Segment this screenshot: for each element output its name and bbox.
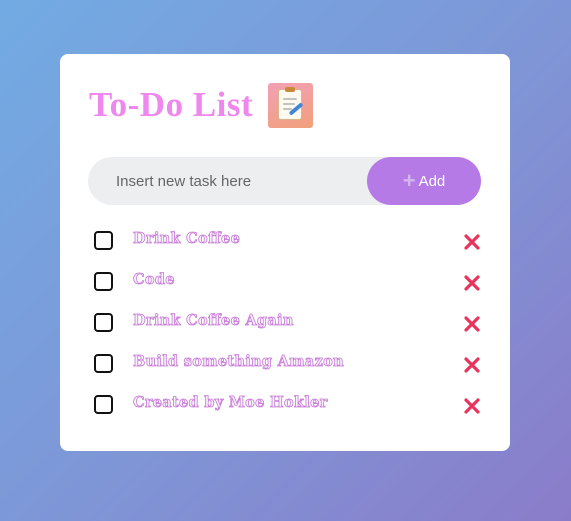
header: To-Do List	[89, 82, 314, 128]
task-checkbox[interactable]	[94, 354, 113, 373]
delete-icon[interactable]	[463, 233, 481, 251]
task-item: Code	[94, 268, 480, 309]
input-row: + Add	[88, 157, 481, 205]
task-text: Created by Moe Hokler	[133, 394, 328, 412]
task-checkbox[interactable]	[94, 313, 113, 332]
delete-icon[interactable]	[463, 274, 481, 292]
add-button-label: Add	[418, 172, 446, 190]
task-list: Drink Coffee Code Drink Coffee Again Bui…	[94, 227, 480, 432]
page-title: To-Do List	[89, 85, 254, 124]
task-item: Drink Coffee Again	[94, 309, 480, 350]
delete-icon[interactable]	[463, 397, 481, 415]
notepad-line	[283, 102, 296, 105]
notepad-pencil-icon	[268, 82, 314, 128]
task-item: Build something Amazon	[94, 350, 480, 391]
task-text: Drink Coffee Again	[133, 312, 294, 330]
task-checkbox[interactable]	[94, 272, 113, 291]
task-checkbox[interactable]	[94, 395, 113, 414]
task-text: Build something Amazon	[133, 353, 344, 371]
task-item: Created by Moe Hokler	[94, 391, 480, 432]
todo-card: To-Do List + Add Drink Coffee Code	[60, 54, 510, 451]
delete-icon[interactable]	[463, 315, 481, 333]
task-item: Drink Coffee	[94, 227, 480, 268]
notepad-line	[283, 97, 298, 100]
plus-icon: +	[402, 168, 416, 193]
add-button[interactable]: + Add	[367, 157, 481, 205]
delete-icon[interactable]	[463, 356, 481, 374]
notepad-clip	[285, 86, 296, 92]
task-text: Drink Coffee	[133, 230, 241, 248]
task-checkbox[interactable]	[94, 231, 113, 250]
task-text: Code	[133, 271, 175, 289]
